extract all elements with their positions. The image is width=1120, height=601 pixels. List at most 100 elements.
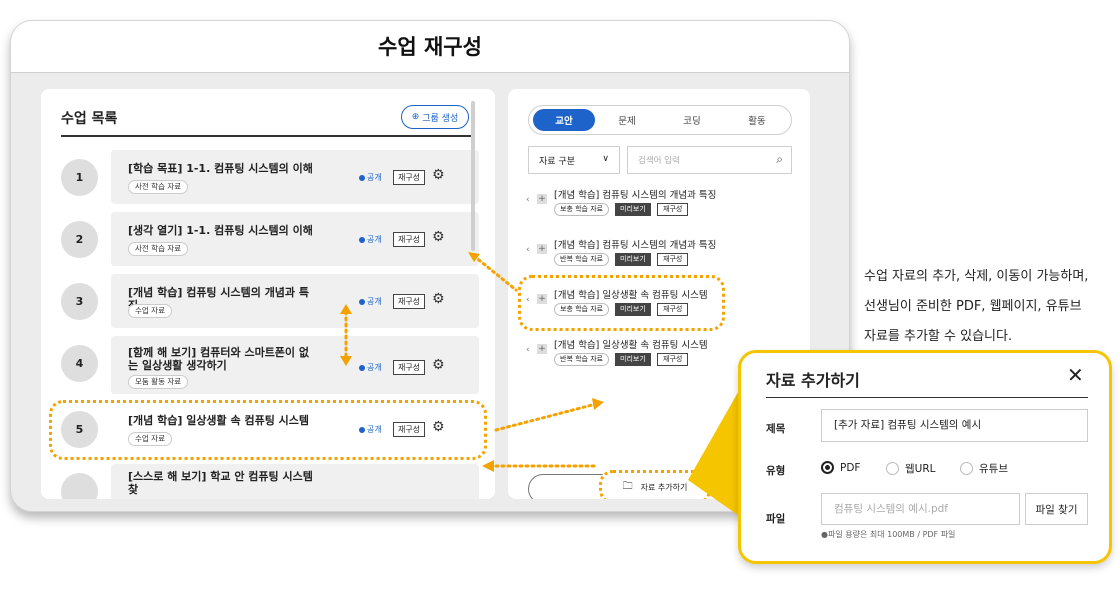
callout-line: 자료를 추가할 수 있습니다. [864,329,1013,344]
file-input[interactable]: 컴퓨팅 시스템의 예시.pdf [821,493,1020,525]
radio-pdf[interactable]: PDF [821,461,860,474]
title-input[interactable]: [추가 자료] 컴퓨팅 시스템의 예시 [821,409,1088,442]
lesson-card[interactable]: [생각 열기] 1-1. 컴퓨팅 시스템의 이해 사전 학습 자료 공개 재구성… [111,212,479,266]
reconstruct-button[interactable]: 재구성 [657,353,689,366]
material-tag: 반복 학습 자료 [554,353,610,366]
title-label: 제목 [766,423,786,435]
public-label: 공개 [367,297,382,306]
tab-coding[interactable]: 코딩 [661,109,723,131]
public-dot-icon [359,364,365,371]
lesson-title: [함께 해 보기] 컴퓨터와 스마트폰이 없는 일상생활 생각하기 [128,346,310,372]
public-status[interactable]: 공개 [359,234,382,245]
lesson-card[interactable]: [개념 학습] 컴퓨팅 시스템의 개념과 특징 수업 자료 공개 재구성 ⚙ ︿… [111,274,479,328]
add-icon[interactable]: + [537,194,547,204]
callout-line: 선생님이 준비한 PDF, 웹페이지, 유튜브 [864,299,1082,314]
selected-lesson-highlight [49,400,487,460]
lesson-row[interactable]: 4 [함께 해 보기] 컴퓨터와 스마트폰이 없는 일상생활 생각하기 모둠 활… [61,336,479,394]
close-icon[interactable]: ✕ [1067,363,1084,387]
lesson-title: [스스로 해 보기] 학교 안 컴퓨팅 시스템 찾 [128,470,313,496]
lesson-row[interactable]: 1 [학습 목표] 1-1. 컴퓨팅 시스템의 이해 사전 학습 자료 공개 재… [61,150,479,204]
gear-icon[interactable]: ⚙ [432,357,445,373]
radio-label: 유튜브 [979,463,1008,475]
gear-icon[interactable]: ⚙ [432,167,445,183]
reconstruct-button[interactable]: 재구성 [393,294,425,309]
chevron-down-icon: ∨ [602,154,609,164]
folder-icon: 🗀 [622,480,633,492]
add-material-dialog: 자료 추가하기 ✕ 제목 [추가 자료] 컴퓨팅 시스템의 예시 유형 PDF … [738,350,1112,564]
material-item[interactable]: ‹ + [개념 학습] 컴퓨팅 시스템의 개념과 특징 반복 학습 자료 미리보… [526,231,796,271]
material-type-value: 자료 구분 [539,156,575,167]
add-icon[interactable]: + [537,244,547,254]
lesson-list-panel: 수업 목록 ⊕ 그룹 생성 1 [학습 목표] 1-1. 컴퓨팅 시스템의 이해… [41,89,495,499]
material-item[interactable]: ‹ + [개념 학습] 컴퓨팅 시스템의 개념과 특징 보충 학습 자료 미리보… [526,181,796,221]
reconstruct-button[interactable]: 재구성 [657,253,689,266]
chevron-left-icon[interactable]: ‹ [526,345,530,355]
material-type-select[interactable]: 자료 구분 ∨ [528,146,620,174]
gear-icon[interactable]: ⚙ [432,291,445,307]
add-material-highlight[interactable]: 🗀 자료 추가하기 [599,470,711,499]
reconstruct-button[interactable]: 재구성 [393,360,425,375]
tab-activity[interactable]: 활동 [726,109,788,131]
public-status[interactable]: 공개 [359,296,382,307]
lesson-card[interactable]: [학습 목표] 1-1. 컴퓨팅 시스템의 이해 사전 학습 자료 공개 재구성… [111,150,479,204]
selected-material-highlight [518,275,725,331]
preview-button[interactable]: 미리보기 [615,353,651,366]
gear-icon[interactable]: ⚙ [432,229,445,245]
lesson-tag: 사전 학습 자료 [128,180,189,194]
lesson-tag: 모둠 활동 자료 [128,375,189,389]
lesson-number: 4 [61,345,98,382]
file-label: 파일 [766,513,786,525]
public-dot-icon [359,298,365,305]
reconstruct-button[interactable]: 재구성 [393,232,425,247]
window-header: 수업 재구성 [11,21,849,73]
public-label: 공개 [367,363,382,372]
chevron-left-icon[interactable]: ‹ [526,195,530,205]
radio-label: PDF [840,461,861,474]
public-label: 공개 [367,235,382,244]
lesson-row[interactable]: 3 [개념 학습] 컴퓨팅 시스템의 개념과 특징 수업 자료 공개 재구성 ⚙… [61,274,479,328]
group-add-icon: ⊕ [411,112,420,122]
search-icon[interactable]: ⌕ [776,152,783,167]
file-hint: ●파일 용량은 최대 100MB / PDF 파일 [821,530,956,539]
material-title: [개념 학습] 일상생활 속 컴퓨팅 시스템 [554,340,708,351]
lesson-card[interactable]: [스스로 해 보기] 학교 안 컴퓨팅 시스템 찾 [111,464,479,499]
lesson-number: 1 [61,159,98,196]
chevron-left-icon[interactable]: ‹ [526,245,530,255]
find-file-button[interactable]: 파일 찾기 [1025,493,1088,525]
radio-label: 웹URL [905,463,936,475]
lesson-tag: 수업 자료 [128,304,172,318]
public-status[interactable]: 공개 [359,362,382,373]
lesson-reconstruct-window: 수업 재구성 수업 목록 ⊕ 그룹 생성 1 [학습 목표] 1-1. 컴퓨팅 … [10,20,850,512]
tab-problems[interactable]: 문제 [596,109,658,131]
lesson-card[interactable]: [함께 해 보기] 컴퓨터와 스마트폰이 없는 일상생활 생각하기 모둠 활동 … [111,336,479,394]
public-dot-icon [359,174,365,181]
reconstruct-button[interactable]: 재구성 [393,170,425,185]
dialog-title: 자료 추가하기 [766,371,860,390]
material-tag: 반복 학습 자료 [554,253,610,266]
public-dot-icon [359,236,365,243]
radio-youtube[interactable]: 유튜브 [960,461,1008,476]
lesson-row[interactable]: [스스로 해 보기] 학교 안 컴퓨팅 시스템 찾 [61,464,479,499]
lesson-number: 3 [61,283,98,320]
lesson-list-divider [61,135,475,137]
add-icon[interactable]: + [537,344,547,354]
lesson-number: 2 [61,221,98,258]
public-label: 공개 [367,173,382,182]
radio-web-url[interactable]: 웹URL [886,461,936,476]
radio-empty-icon [886,462,899,475]
reconstruct-button[interactable]: 재구성 [657,203,689,216]
public-status[interactable]: 공개 [359,172,382,183]
lesson-list-title: 수업 목록 [61,111,118,127]
material-tabs: 교안 문제 코딩 활동 [528,105,792,135]
preview-button[interactable]: 미리보기 [615,253,651,266]
group-create-button[interactable]: ⊕ 그룹 생성 [401,105,469,129]
tab-lesson-plan[interactable]: 교안 [533,109,595,131]
window-title: 수업 재구성 [378,35,482,59]
search-input[interactable]: 검색어 입력 ⌕ [627,146,792,174]
preview-button[interactable]: 미리보기 [615,203,651,216]
material-title: [개념 학습] 컴퓨팅 시스템의 개념과 특징 [554,190,717,201]
lesson-row[interactable]: 2 [생각 열기] 1-1. 컴퓨팅 시스템의 이해 사전 학습 자료 공개 재… [61,212,479,266]
radio-empty-icon [960,462,973,475]
radio-selected-icon [821,461,834,474]
lesson-list-scrollbar[interactable] [471,101,475,251]
